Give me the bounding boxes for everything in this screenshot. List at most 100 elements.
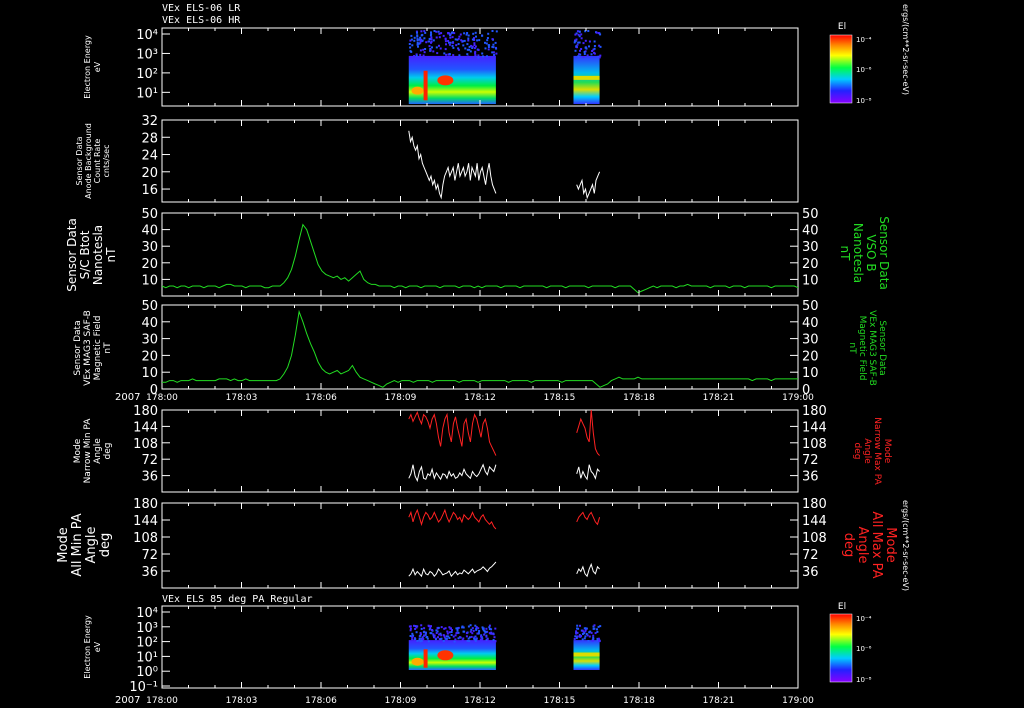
p7-noise-dot <box>438 633 441 636</box>
p1-noise-dot <box>421 39 424 42</box>
p7-noise-dot <box>485 627 488 630</box>
p1-noise-dot <box>591 50 594 52</box>
p7-noise-dot <box>583 637 586 640</box>
p1-noise-dot <box>439 47 442 50</box>
p6-ytick-label: 180 <box>133 497 158 512</box>
p1-noise-dot <box>492 51 495 54</box>
p1-noise-dot <box>593 47 596 50</box>
p5-ytick-label-right: 108 <box>802 437 827 452</box>
panel-6-right-label-line-3: Angle <box>855 527 870 564</box>
p1-noise-dot <box>417 45 419 48</box>
p1-noise-dot <box>415 54 418 57</box>
p7-noise-dot <box>439 640 442 643</box>
p7-ytick-label: 10² <box>136 636 158 651</box>
p7-noise-dot <box>597 625 600 628</box>
p1-ytick-label: 10² <box>136 67 158 82</box>
panel-3-frame <box>161 212 799 297</box>
p1-noise-dot <box>583 51 586 53</box>
p1-noise-dot <box>425 41 428 44</box>
panel-6-ylabel-line-2: All Min PA <box>70 513 85 576</box>
p7-noise-dot <box>455 632 458 635</box>
p7-ytick-label: 10³ <box>136 621 158 636</box>
p7-noise-dot <box>590 631 593 634</box>
p1-warm-band <box>573 75 600 80</box>
panel-3-right-label-line-1: Sensor Data <box>877 216 891 290</box>
p7-noise-dot <box>493 636 496 639</box>
time-axis-bottom-tick-label: 178:03 <box>226 696 258 706</box>
p1-noise-dot <box>455 44 458 47</box>
p1-noise-dot <box>409 56 412 59</box>
p1-noise-dot <box>584 39 587 42</box>
p1-noise-dot <box>444 48 447 51</box>
p1-noise-dot <box>428 40 431 43</box>
colorbar-bottom-label-low: 10⁻⁸ <box>856 676 872 684</box>
colorbar-top-label-mid: 10⁻⁶ <box>856 66 872 74</box>
p1-noise-dot <box>448 53 451 56</box>
p1-noise-dot <box>438 32 441 35</box>
p7-ytick-label: 10¹ <box>136 650 158 665</box>
p1-noise-dot <box>411 44 414 47</box>
p3-ytick-label-right: 10 <box>802 273 819 288</box>
p4-ytick-label-right: 20 <box>802 349 819 364</box>
panel-1-yticks: 10⁴ 10³ 10² 10¹ <box>136 28 170 101</box>
p1-noise-dot <box>486 55 488 58</box>
p1-noise-dot <box>439 56 441 58</box>
p6-series-line-red <box>408 508 497 530</box>
p1-noise-dot <box>452 46 455 49</box>
panel-5-right-label-line-2: Narrow Max PA <box>872 417 882 485</box>
colorbar-bottom-title: El <box>838 602 846 612</box>
p1-noise-dot <box>430 38 433 41</box>
p1-noise-dot <box>477 54 480 57</box>
p1-noise-dot <box>442 34 445 37</box>
p7-noise-dot <box>461 638 464 641</box>
p1-noise-dot <box>484 47 487 50</box>
time-axis-top-tick-label: 178:06 <box>305 393 337 403</box>
p1-noise-dot <box>413 55 416 57</box>
p1-noise-dot <box>469 50 472 53</box>
p1-noise-dot <box>474 45 477 48</box>
panel-3-ylabel-line-4: nT <box>104 247 118 263</box>
panel-2-yticks: 16 20 24 28 32 <box>141 114 170 198</box>
panel-1-ylabel-line-1: Electron Energy <box>83 35 92 99</box>
p7-noise-dot <box>475 628 478 631</box>
p1-noise-dot <box>431 46 433 49</box>
p7-ytick-label: 10⁻¹ <box>129 680 158 695</box>
p7-noise-dot <box>584 635 587 638</box>
p1-noise-dot <box>599 45 602 48</box>
p1-noise-dot <box>449 34 452 37</box>
p7-noise-dot <box>435 629 438 632</box>
p7-noise-dot <box>467 637 470 640</box>
p6-series-line-red <box>576 511 601 526</box>
p1-hot-spot <box>437 75 454 86</box>
p3-ytick-label-right: 50 <box>802 207 819 222</box>
p7-noise-dot <box>575 632 578 635</box>
p2-ytick-label: 28 <box>141 131 158 146</box>
p1-noise-dot <box>409 46 412 49</box>
p7-noise-dot <box>413 624 415 627</box>
p1-noise-dot <box>587 30 590 32</box>
p4-ytick-label: 40 <box>141 316 158 331</box>
p1-noise-dot <box>410 50 413 53</box>
p7-warm-band <box>573 652 600 657</box>
p7-noise-dot <box>488 632 491 635</box>
p1-noise-dot <box>487 32 490 35</box>
colorbar-bottom-label-high: 10⁻⁴ <box>856 615 872 623</box>
p1-noise-dot <box>491 38 494 41</box>
p1-noise-dot <box>598 56 601 59</box>
panel-2: Sensor Data Anode Background Count Rate … <box>75 114 799 203</box>
p1-noise-dot <box>463 32 466 35</box>
panel-3-right-label-line-3: Nanotesla <box>851 223 865 283</box>
p7-noise-dot <box>482 627 485 630</box>
p1-noise-dot <box>462 44 465 47</box>
panel-3-ylabel-line-1: Sensor Data <box>65 218 79 292</box>
p7-noise-dot <box>430 632 433 635</box>
p7-noise-dot <box>592 637 595 640</box>
p1-noise-dot <box>466 53 469 56</box>
panel-4-right-label-line-3: Magnetic Field <box>857 316 867 381</box>
p7-noise-dot <box>427 640 430 643</box>
panel-7-ylabel-line-1: Electron Energy <box>83 615 92 679</box>
p7-noise-dot <box>488 626 491 629</box>
time-axis-bottom-tick-label: 178:12 <box>464 696 496 706</box>
p1-noise-dot <box>413 36 416 39</box>
p7-noise-dot <box>444 627 447 630</box>
